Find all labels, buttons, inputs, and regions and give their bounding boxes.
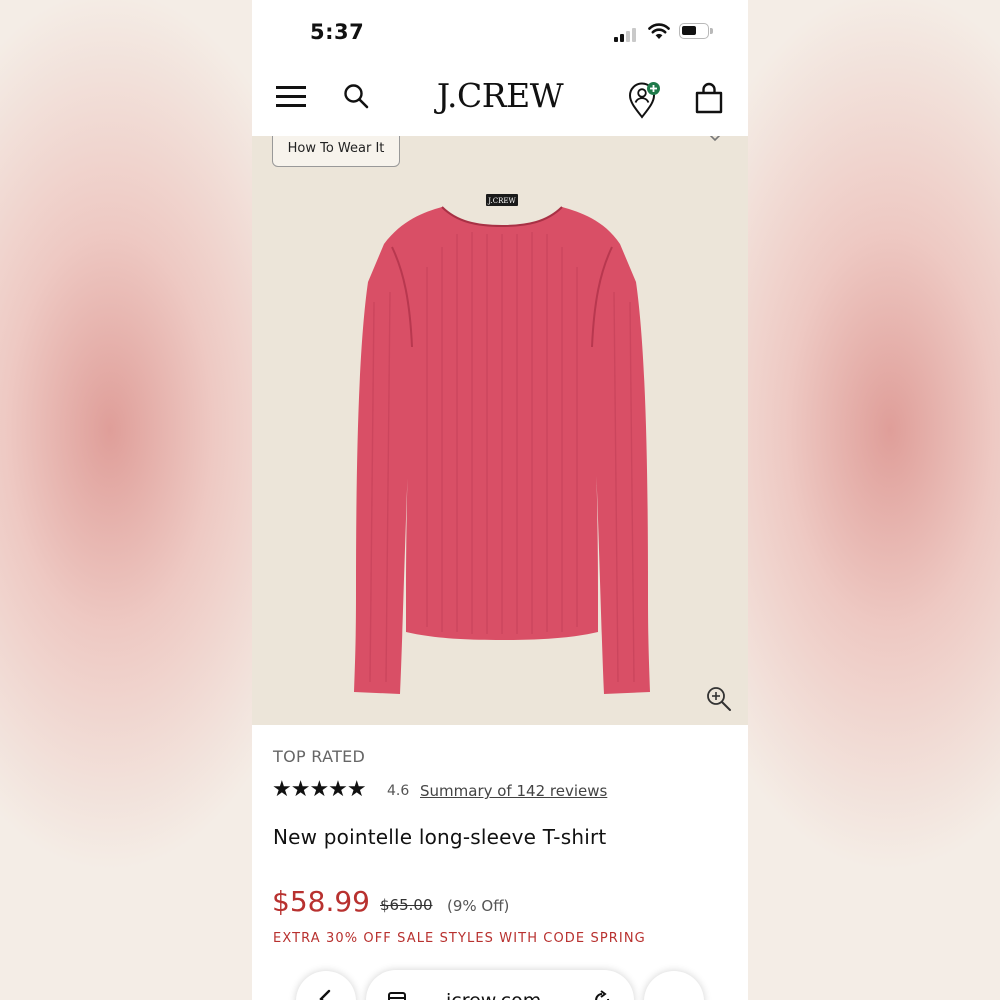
rating-value: 4.6 xyxy=(387,783,410,799)
promo-message: EXTRA 30% OFF SALE STYLES WITH CODE SPRI… xyxy=(273,931,646,946)
discount-percent: (9% Off) xyxy=(447,897,510,915)
browser-toolbar: jcrew.com ••• xyxy=(252,965,748,1000)
battery-icon xyxy=(679,23,713,39)
tabs-icon xyxy=(388,992,406,1000)
how-to-wear-button[interactable]: How To Wear It xyxy=(272,136,400,167)
wifi-icon xyxy=(648,23,670,39)
original-price: $65.00 xyxy=(380,896,433,914)
zoom-in-icon[interactable] xyxy=(704,684,734,714)
more-options-button[interactable]: ••• xyxy=(644,971,704,1000)
address-bar[interactable]: jcrew.com xyxy=(366,970,634,1000)
sale-price: $58.99 xyxy=(272,885,370,918)
reload-icon[interactable] xyxy=(592,990,612,1000)
product-title: New pointelle long-sleeve T-shirt xyxy=(273,825,607,849)
heart-icon[interactable] xyxy=(702,136,728,148)
cellular-signal-icon xyxy=(614,28,640,42)
back-button[interactable] xyxy=(296,971,356,1000)
phone-screen: 5:37 J.CREW How To Wear It J.CREW TOP RA… xyxy=(252,0,748,1000)
product-photo-shirt: J.CREW xyxy=(354,194,650,694)
search-icon[interactable] xyxy=(342,82,370,110)
status-time: 5:37 xyxy=(310,20,365,44)
reviews-summary-link[interactable]: Summary of 142 reviews xyxy=(420,782,607,800)
back-arrow-icon xyxy=(319,989,331,1000)
more-dots-icon: ••• xyxy=(660,993,704,1000)
status-bar: 5:37 xyxy=(252,0,748,62)
url-text: jcrew.com xyxy=(446,990,541,1000)
product-image[interactable]: How To Wear It J.CREW xyxy=(252,136,748,725)
hamburger-menu-icon[interactable] xyxy=(276,86,306,108)
top-rated-badge: TOP RATED xyxy=(273,747,366,766)
site-header: J.CREW xyxy=(252,62,748,136)
svg-text:J.CREW: J.CREW xyxy=(487,197,516,205)
account-plus-icon[interactable] xyxy=(626,80,666,120)
product-info: TOP RATED ★★★★★ 4.6 Summary of 142 revie… xyxy=(252,725,748,1000)
shopping-bag-icon[interactable] xyxy=(694,82,724,114)
rating-stars[interactable]: ★★★★★ xyxy=(272,778,367,802)
brand-logo[interactable]: J.CREW xyxy=(400,76,600,115)
